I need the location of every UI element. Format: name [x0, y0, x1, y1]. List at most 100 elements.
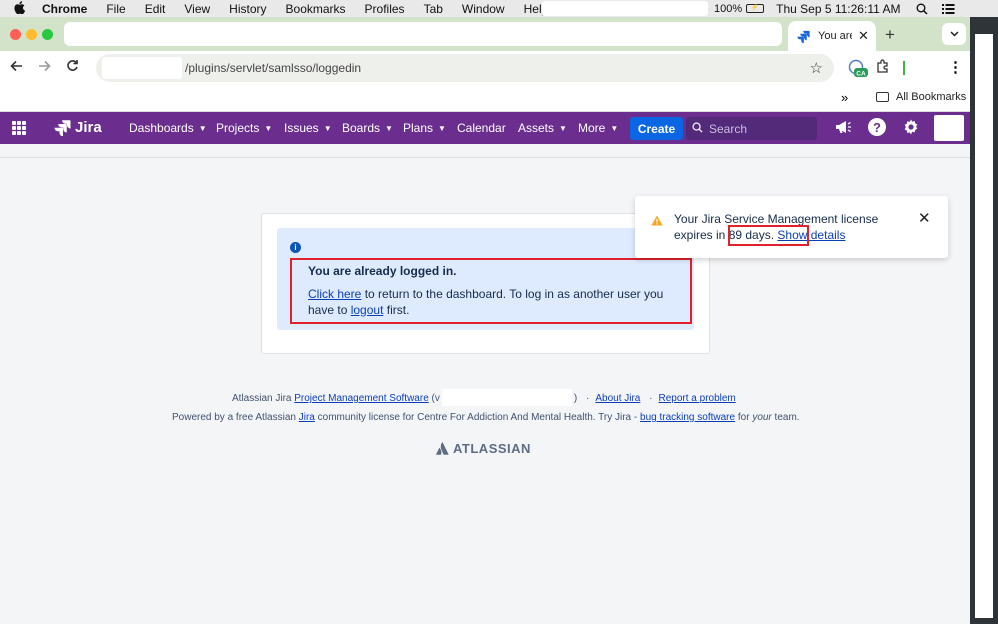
nav-boards[interactable]: Boards ▼ — [342, 121, 393, 135]
atlassian-logo[interactable]: ATLASSIAN — [436, 441, 531, 456]
apple-icon[interactable] — [14, 0, 28, 17]
chevron-down-icon: ▼ — [264, 124, 273, 133]
jira-favicon-icon — [797, 30, 810, 43]
extensions-puzzle-icon[interactable] — [876, 59, 890, 76]
nav-plans[interactable]: Plans ▼ — [403, 121, 446, 135]
back-arrow-icon[interactable] — [10, 59, 23, 76]
battery-percent: 100% — [714, 2, 743, 15]
profile-badge-text: CA — [856, 71, 866, 78]
redacted-tab-area — [64, 22, 782, 46]
menu-tab[interactable]: Tab — [424, 2, 443, 16]
footer-separator: · — [649, 393, 653, 404]
battery-icon[interactable]: ⚡ — [746, 4, 765, 13]
menu-history[interactable]: History — [229, 2, 266, 16]
new-tab-icon[interactable]: + — [885, 25, 895, 45]
nav-projects-label: Projects — [216, 121, 260, 135]
nav-assets-label: Assets — [518, 121, 555, 135]
forward-arrow-icon[interactable] — [38, 59, 51, 76]
chevron-down-icon: ▼ — [438, 124, 446, 133]
redacted-version — [441, 389, 572, 406]
jira-logo-icon — [54, 120, 71, 136]
nav-dashboards[interactable]: Dashboards ▼ — [129, 121, 207, 135]
window-close-button[interactable] — [10, 29, 21, 40]
jira-search-input[interactable]: Search — [686, 117, 817, 140]
macos-menu-bar: Chrome File Edit View History Bookmarks … — [0, 0, 998, 17]
menu-bookmarks[interactable]: Bookmarks — [286, 2, 346, 16]
megaphone-icon[interactable] — [834, 119, 852, 138]
bookmark-star-icon[interactable]: ☆ — [810, 59, 823, 77]
url-path[interactable]: /plugins/servlet/samlsso/loggedin — [185, 61, 361, 75]
menu-view[interactable]: View — [184, 2, 210, 16]
atlassian-wordmark: ATLASSIAN — [453, 441, 531, 456]
nav-more[interactable]: More ▼ — [578, 121, 618, 135]
reload-icon[interactable] — [66, 59, 79, 76]
nav-projects[interactable]: Projects ▼ — [216, 121, 272, 135]
menu-window[interactable]: Window — [462, 2, 505, 16]
tab-search-chevron-icon[interactable] — [942, 23, 966, 45]
nav-calendar[interactable]: Calendar — [457, 121, 506, 135]
nav-boards-label: Boards — [342, 121, 381, 135]
window-maximize-button[interactable] — [42, 29, 53, 40]
footer-line-2: Powered by a free Atlassian Jira communi… — [172, 412, 800, 423]
nav-assets[interactable]: Assets ▼ — [518, 121, 567, 135]
help-icon[interactable]: ? — [868, 118, 886, 136]
spotlight-search-icon[interactable] — [914, 3, 930, 15]
clock[interactable]: Thu Sep 5 11:26:11 AM — [776, 2, 900, 16]
notice-text-end: first. — [383, 302, 410, 317]
create-button[interactable]: Create — [630, 117, 683, 140]
click-here-link[interactable]: Click here — [308, 287, 361, 301]
status-area: 100% ⚡ Thu Sep 5 11:26:11 AM — [714, 0, 966, 17]
redacted-menubar-field — [542, 1, 708, 16]
atlassian-logo-icon — [436, 442, 449, 455]
menu-profiles[interactable]: Profiles — [365, 2, 405, 16]
footer-text: for — [735, 412, 753, 423]
bookmarks-overflow-chevron-icon[interactable]: » — [841, 90, 848, 105]
nav-issues[interactable]: Issues ▼ — [284, 121, 332, 135]
about-jira-link[interactable]: About Jira — [595, 393, 640, 404]
app-switcher-grid-icon[interactable] — [12, 121, 26, 135]
report-problem-link[interactable]: Report a problem — [659, 393, 736, 404]
chevron-down-icon: ▼ — [385, 124, 393, 133]
info-message: i You are already logged in. Click here … — [277, 228, 694, 330]
tab-active[interactable]: You are ✕ — [788, 21, 876, 51]
nav-issues-label: Issues — [284, 121, 319, 135]
menu-app-name[interactable]: Chrome — [42, 2, 87, 16]
tab-strip: You are ✕ + — [0, 17, 970, 51]
already-logged-in-title: You are already logged in. — [308, 264, 457, 278]
chevron-down-icon: ▼ — [610, 124, 619, 133]
warning-icon — [651, 213, 663, 231]
bug-tracking-software-link[interactable]: bug tracking software — [640, 412, 735, 423]
chevron-down-icon: ▼ — [559, 124, 567, 133]
address-bar[interactable]: /plugins/servlet/samlsso/loggedin ☆ — [96, 54, 834, 82]
version-open: (v — [428, 393, 440, 404]
redacted-domain — [102, 57, 182, 79]
jira-logo-text: Jira — [75, 119, 102, 136]
profile-extension-icon[interactable]: CA — [848, 58, 868, 78]
license-expiry-flag: Your Jira Service Management license exp… — [635, 196, 948, 258]
bookmarks-bar: » All Bookmarks — [0, 85, 970, 112]
footer-prefix: Atlassian Jira — [232, 393, 295, 404]
project-management-software-link[interactable]: Project Management Software — [294, 393, 429, 404]
nav-dashboards-label: Dashboards — [129, 121, 194, 135]
close-icon[interactable]: ✕ — [918, 209, 931, 227]
tab-title: You are — [818, 30, 852, 42]
menu-edit[interactable]: Edit — [145, 2, 166, 16]
jira-link[interactable]: Jira — [299, 412, 315, 423]
version-close: ) — [573, 393, 578, 404]
window-minimize-button[interactable] — [26, 29, 37, 40]
user-avatar[interactable] — [934, 115, 964, 141]
browser-menu-kebab-icon[interactable]: ⋮ — [948, 58, 963, 76]
page-body: i You are already logged in. Click here … — [0, 144, 970, 624]
settings-gear-icon[interactable] — [902, 118, 920, 141]
folder-icon — [876, 92, 889, 102]
nav-more-label: More — [578, 121, 606, 135]
all-bookmarks-button[interactable]: All Bookmarks — [876, 91, 966, 103]
jira-logo[interactable]: Jira — [54, 119, 102, 136]
footer-separator: · — [586, 393, 590, 404]
logout-link[interactable]: logout — [351, 303, 384, 317]
all-bookmarks-label: All Bookmarks — [896, 91, 967, 103]
control-center-icon[interactable] — [940, 3, 956, 14]
tab-close-icon[interactable]: ✕ — [858, 28, 869, 44]
extension-indicator — [903, 61, 905, 75]
menu-file[interactable]: File — [106, 2, 125, 16]
